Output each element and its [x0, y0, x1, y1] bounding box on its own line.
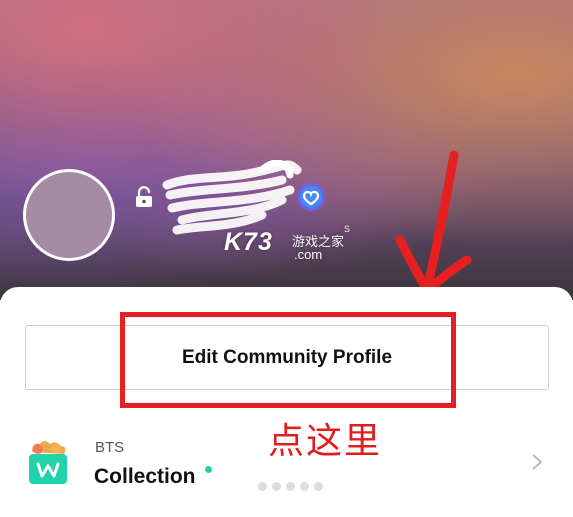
instruction-text: 点这里: [268, 421, 383, 462]
page-dot: [258, 482, 267, 491]
collection-title[interactable]: Collection: [94, 465, 196, 489]
unlocked-padlock-icon: [136, 186, 152, 207]
watermark-domain: .com: [294, 247, 323, 262]
chevron-right-icon[interactable]: [530, 452, 544, 472]
avatar[interactable]: [23, 169, 115, 261]
page-indicator: [258, 482, 323, 491]
weverse-shop-bag-icon[interactable]: [26, 440, 70, 486]
edit-community-profile-button[interactable]: Edit Community Profile: [25, 325, 549, 390]
collection-artist: BTS: [95, 439, 125, 456]
watermark-brand: K73: [224, 228, 273, 256]
page-dot: [300, 482, 309, 491]
weverse-verified-icon: [297, 183, 325, 211]
page-dot: [314, 482, 323, 491]
new-indicator-dot: [205, 466, 212, 473]
watermark-mark: S: [344, 224, 351, 234]
watermark: K73 游戏之家 .com S: [224, 224, 350, 262]
page-dot: [272, 482, 281, 491]
page-dot: [286, 482, 295, 491]
